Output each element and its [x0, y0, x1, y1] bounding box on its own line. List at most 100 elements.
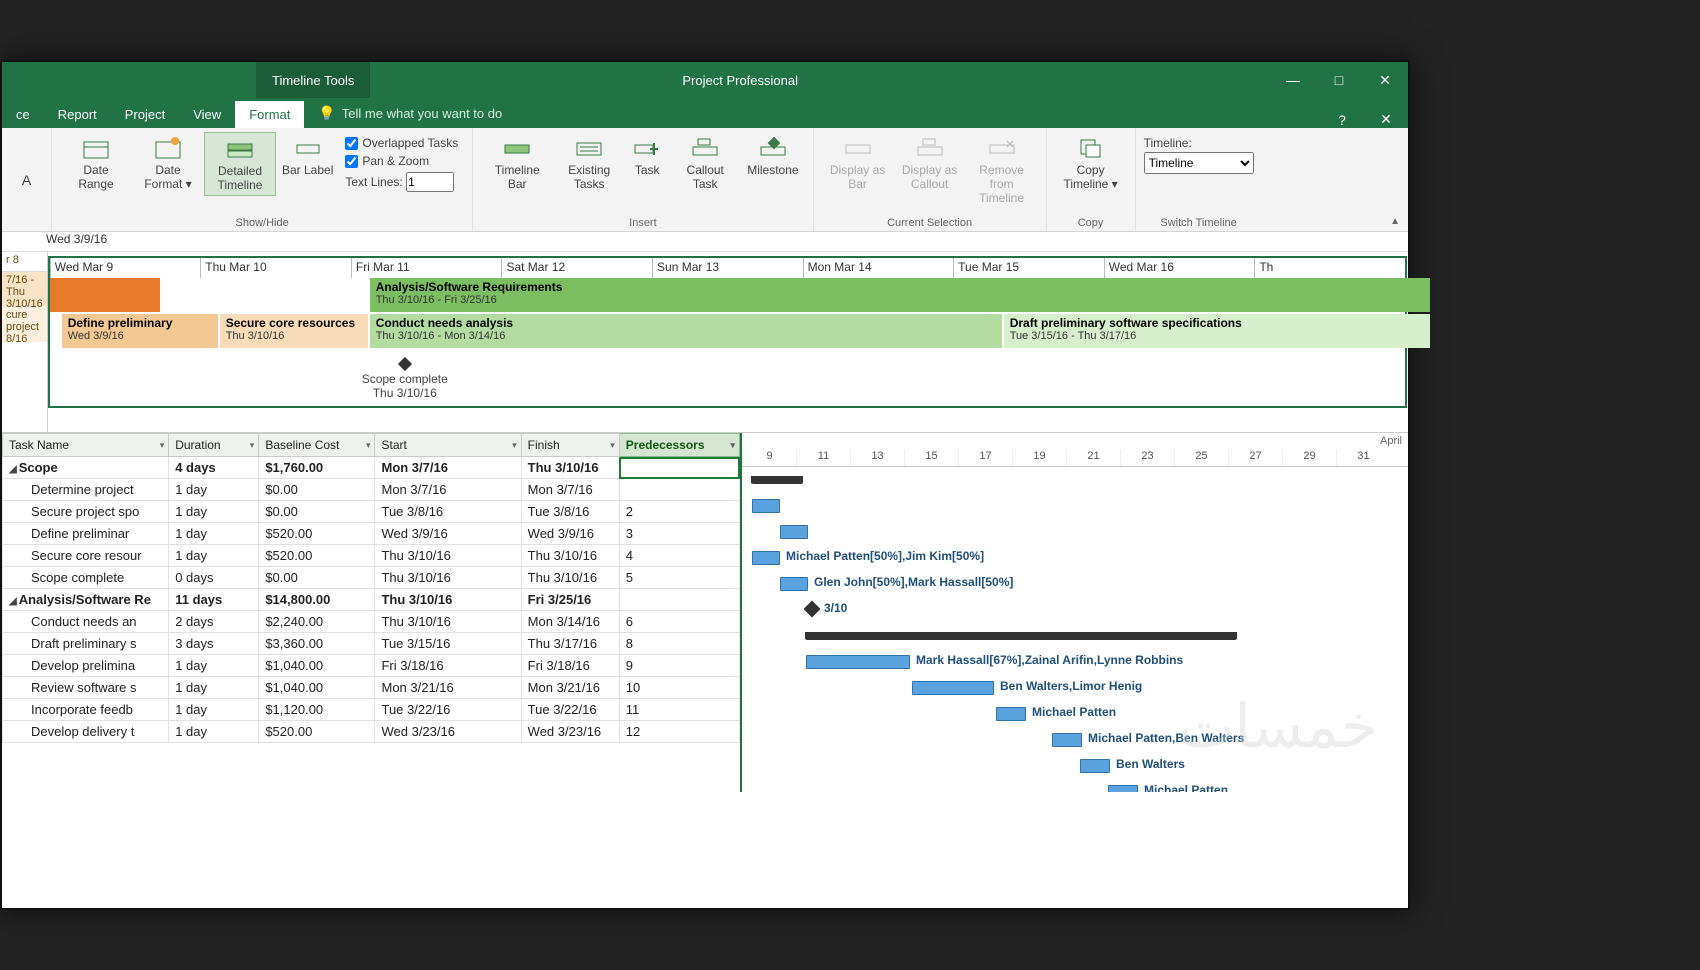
table-cell[interactable]: $3,360.00 [259, 633, 375, 655]
dropdown-icon[interactable]: ▾ [366, 440, 371, 451]
table-row[interactable]: Conduct needs an2 days$2,240.00Thu 3/10/… [3, 611, 740, 633]
timeline-task-bar[interactable]: Conduct needs analysisThu 3/10/16 - Mon … [370, 314, 1002, 348]
ribbon-collapse-button[interactable]: ▲ [1390, 216, 1400, 227]
gantt-task-bar[interactable] [912, 681, 994, 695]
timeline-task-bar[interactable]: Draft preliminary software specification… [1004, 314, 1430, 348]
table-cell[interactable]: $520.00 [259, 545, 375, 567]
table-cell[interactable]: Wed 3/9/16 [375, 523, 521, 545]
table-row[interactable]: Secure project spo1 day$0.00Tue 3/8/16Tu… [3, 501, 740, 523]
table-cell[interactable]: $520.00 [259, 523, 375, 545]
table-cell[interactable]: $520.00 [259, 721, 375, 743]
table-cell[interactable]: 12 [619, 721, 739, 743]
table-cell[interactable]: Tue 3/22/16 [375, 699, 521, 721]
task-button[interactable]: Task [625, 132, 669, 180]
table-row[interactable]: Secure core resour1 day$520.00Thu 3/10/1… [3, 545, 740, 567]
timeline-selector[interactable]: Timeline [1144, 152, 1254, 174]
table-cell[interactable]: 1 day [169, 501, 259, 523]
table-cell[interactable]: Scope complete [3, 567, 169, 589]
table-cell[interactable]: Develop delivery t [3, 721, 169, 743]
table-cell[interactable]: Mon 3/7/16 [521, 479, 619, 501]
dropdown-icon[interactable]: ▾ [730, 440, 735, 451]
task-grid[interactable]: Task Name▾Duration▾Baseline Cost▾Start▾F… [2, 433, 742, 792]
gantt-task-bar[interactable] [780, 525, 808, 539]
table-cell[interactable]: Incorporate feedb [3, 699, 169, 721]
gantt-task-bar[interactable] [752, 499, 780, 513]
table-cell[interactable]: Draft preliminary s [3, 633, 169, 655]
overlapped-tasks-checkbox[interactable]: Overlapped Tasks [345, 136, 458, 150]
table-cell[interactable]: 4 days [169, 457, 259, 479]
table-cell[interactable]: Mon 3/7/16 [375, 457, 521, 479]
table-cell[interactable]: Determine project [3, 479, 169, 501]
gantt-task-bar[interactable] [752, 551, 780, 565]
timeline-milestone[interactable]: Scope complete Thu 3/10/16 [362, 358, 448, 400]
copy-timeline-button[interactable]: Copy Timeline ▾ [1055, 132, 1127, 194]
text-lines-input[interactable] [406, 172, 454, 192]
tab-report[interactable]: Report [44, 101, 111, 128]
table-row[interactable]: Develop prelimina1 day$1,040.00Fri 3/18/… [3, 655, 740, 677]
collapse-icon[interactable]: ◢ [9, 464, 17, 475]
table-cell[interactable]: 1 day [169, 677, 259, 699]
existing-tasks-button[interactable]: Existing Tasks [553, 132, 625, 194]
table-cell[interactable]: Mon 3/14/16 [521, 611, 619, 633]
gantt-summary-bar[interactable] [806, 632, 1236, 640]
table-cell[interactable]: $1,040.00 [259, 655, 375, 677]
text-lines-control[interactable]: Text Lines: [345, 172, 458, 192]
table-cell[interactable] [619, 589, 739, 611]
window-maximize-button[interactable]: □ [1316, 62, 1362, 98]
table-row[interactable]: Scope complete0 days$0.00Thu 3/10/16Thu … [3, 567, 740, 589]
table-cell[interactable]: Fri 3/18/16 [521, 655, 619, 677]
timeline-task-bar[interactable]: Analysis/Software RequirementsThu 3/10/1… [370, 278, 1430, 312]
column-header[interactable]: Finish▾ [521, 434, 619, 457]
tab-resource[interactable]: ce [2, 101, 44, 128]
table-row[interactable]: Incorporate feedb1 day$1,120.00Tue 3/22/… [3, 699, 740, 721]
table-row[interactable]: Review software s1 day$1,040.00Mon 3/21/… [3, 677, 740, 699]
document-close-button[interactable]: ✕ [1364, 111, 1408, 128]
timeline-task-bar[interactable]: Define preliminaryWed 3/9/16 [62, 314, 218, 348]
table-row[interactable]: Define preliminar1 day$520.00Wed 3/9/16W… [3, 523, 740, 545]
column-header[interactable]: Start▾ [375, 434, 521, 457]
tab-view[interactable]: View [179, 101, 235, 128]
window-close-button[interactable]: ✕ [1362, 62, 1408, 98]
bar-label-button[interactable]: Bar Label [276, 132, 339, 180]
table-cell[interactable]: Fri 3/18/16 [375, 655, 521, 677]
table-row[interactable]: ◢Scope4 days$1,760.00Mon 3/7/16Thu 3/10/… [3, 457, 740, 479]
table-cell[interactable]: 1 day [169, 523, 259, 545]
timeline-task-bar[interactable]: Secure core resourcesThu 3/10/16 [220, 314, 368, 348]
table-cell[interactable]: Wed 3/23/16 [375, 721, 521, 743]
pan-zoom-checkbox[interactable]: Pan & Zoom [345, 154, 458, 168]
table-cell[interactable]: Thu 3/10/16 [521, 545, 619, 567]
font-size-decrease-button[interactable]: A [22, 172, 31, 188]
gantt-task-bar[interactable] [1108, 785, 1138, 792]
table-cell[interactable]: Thu 3/10/16 [521, 457, 619, 479]
tab-format[interactable]: Format [235, 101, 304, 128]
table-row[interactable]: Develop delivery t1 day$520.00Wed 3/23/1… [3, 721, 740, 743]
table-cell[interactable]: Tue 3/22/16 [521, 699, 619, 721]
ribbon-help-button[interactable]: ? [1320, 111, 1364, 128]
table-cell[interactable]: ◢Analysis/Software Re [3, 589, 169, 611]
column-header[interactable]: Predecessors▾ [619, 434, 739, 457]
table-cell[interactable] [619, 457, 739, 479]
window-minimize-button[interactable]: — [1270, 62, 1316, 98]
table-cell[interactable]: 4 [619, 545, 739, 567]
column-header[interactable]: Duration▾ [169, 434, 259, 457]
table-cell[interactable]: ◢Scope [3, 457, 169, 479]
table-row[interactable]: ◢Analysis/Software Re11 days$14,800.00Th… [3, 589, 740, 611]
table-cell[interactable]: Secure project spo [3, 501, 169, 523]
gantt-summary-bar[interactable] [752, 476, 802, 484]
tell-me-search[interactable]: 💡 Tell me what you want to do [304, 99, 516, 128]
dropdown-icon[interactable]: ▾ [610, 440, 615, 451]
table-cell[interactable]: Secure core resour [3, 545, 169, 567]
table-cell[interactable]: 1 day [169, 545, 259, 567]
table-cell[interactable]: Thu 3/10/16 [375, 567, 521, 589]
table-cell[interactable]: $1,040.00 [259, 677, 375, 699]
table-cell[interactable]: 1 day [169, 655, 259, 677]
timeline-panel[interactable]: Wed Mar 9Thu Mar 10Fri Mar 11Sat Mar 12S… [48, 256, 1407, 408]
table-cell[interactable]: Wed 3/9/16 [521, 523, 619, 545]
table-cell[interactable] [619, 479, 739, 501]
table-cell[interactable]: Tue 3/15/16 [375, 633, 521, 655]
table-cell[interactable]: Thu 3/10/16 [375, 545, 521, 567]
table-cell[interactable]: $0.00 [259, 501, 375, 523]
table-cell[interactable]: $0.00 [259, 567, 375, 589]
table-cell[interactable]: Thu 3/10/16 [375, 589, 521, 611]
collapse-icon[interactable]: ◢ [9, 596, 17, 607]
